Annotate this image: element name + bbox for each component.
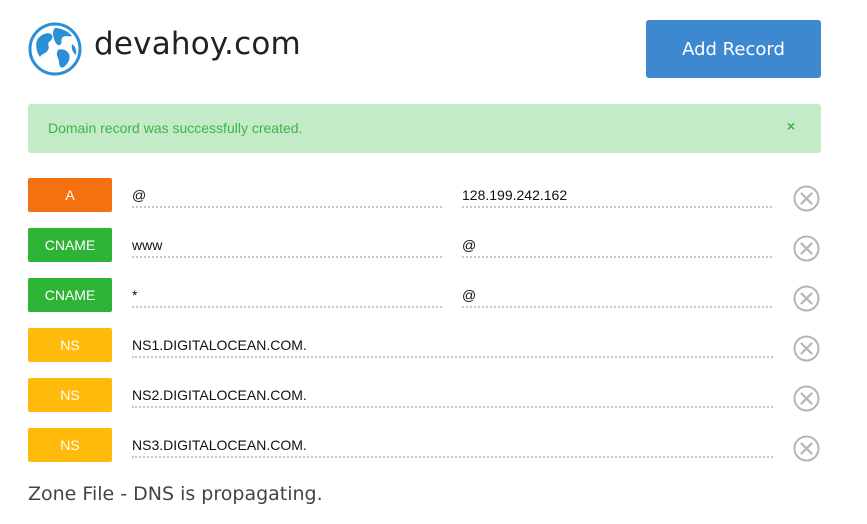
record-type-badge[interactable]: NS [28,428,112,462]
record-name-field[interactable]: * [132,284,442,308]
delete-record-icon[interactable] [793,435,820,462]
record-type-badge[interactable]: NS [28,378,112,412]
record-value-field[interactable]: @ [462,284,772,308]
record-row: NS NS1.DIGITALOCEAN.COM. [28,328,823,378]
record-row: NS NS2.DIGITALOCEAN.COM. [28,378,823,428]
dns-page: devahoy.com Add Record Domain record was… [0,0,867,524]
success-alert: Domain record was successfully created. … [28,104,821,153]
record-value-field[interactable]: @ [462,234,772,258]
alert-close-icon[interactable]: × [787,118,795,134]
record-type-badge[interactable]: CNAME [28,278,112,312]
records-list: A @ 128.199.242.162 CNAME www @ CNAME * … [28,178,823,478]
record-row: CNAME www @ [28,228,823,278]
delete-record-icon[interactable] [793,385,820,412]
record-value-field[interactable]: 128.199.242.162 [462,184,772,208]
delete-record-icon[interactable] [793,185,820,212]
record-name-field[interactable]: www [132,234,442,258]
record-name-field[interactable]: @ [132,184,442,208]
record-row: CNAME * @ [28,278,823,328]
globe-icon [28,22,82,76]
header: devahoy.com Add Record [28,20,821,78]
alert-message: Domain record was successfully created. [48,120,303,136]
record-type-badge[interactable]: NS [28,328,112,362]
record-type-badge[interactable]: A [28,178,112,212]
record-type-badge[interactable]: CNAME [28,228,112,262]
delete-record-icon[interactable] [793,285,820,312]
delete-record-icon[interactable] [793,235,820,262]
record-name-field[interactable]: NS1.DIGITALOCEAN.COM. [132,334,773,358]
domain-title: devahoy.com [94,26,301,62]
zone-file-status: Zone File - DNS is propagating. [28,483,323,505]
add-record-button[interactable]: Add Record [646,20,821,78]
delete-record-icon[interactable] [793,335,820,362]
record-row: NS NS3.DIGITALOCEAN.COM. [28,428,823,478]
record-name-field[interactable]: NS2.DIGITALOCEAN.COM. [132,384,773,408]
record-row: A @ 128.199.242.162 [28,178,823,228]
record-name-field[interactable]: NS3.DIGITALOCEAN.COM. [132,434,773,458]
